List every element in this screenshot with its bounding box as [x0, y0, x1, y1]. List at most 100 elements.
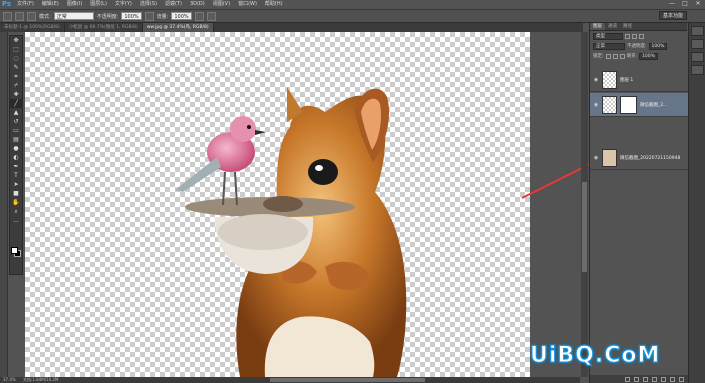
flow-input[interactable]: 100% [171, 12, 192, 20]
lasso-tool-icon[interactable]: ◌ [10, 54, 22, 63]
filter-pixel-icon[interactable] [625, 33, 630, 39]
tab-layers[interactable]: 图层 [590, 23, 605, 30]
hand-tool-icon[interactable]: ✋ [10, 198, 22, 207]
visibility-eye-icon[interactable]: ◉ [593, 102, 599, 108]
healing-tool-icon[interactable]: ✚ [10, 90, 22, 99]
layer-opacity-label: 不透明度: [627, 44, 647, 49]
lock-all-icon[interactable] [619, 53, 625, 59]
document-tabs: 未标题-1 @ 100%(RGB/8) 小松鼠 @ 66.7%(图层 1, RG… [0, 23, 583, 32]
tab-paths[interactable]: 路径 [620, 23, 635, 30]
menu-window[interactable]: 窗口(W) [234, 0, 261, 9]
mode-label: 模式: [39, 13, 51, 20]
layer-style-icon[interactable] [634, 376, 639, 382]
horizontal-scroll-thumb[interactable] [270, 378, 425, 382]
add-mask-icon[interactable] [643, 376, 648, 382]
layer-opacity-input[interactable]: 100% [648, 42, 668, 50]
menu-layer[interactable]: 图层(L) [86, 0, 111, 9]
mode-select[interactable]: 正常 [53, 12, 94, 20]
new-group-icon[interactable] [661, 376, 666, 382]
tab-document-2[interactable]: 小松鼠 @ 66.7%(图层 1, RGB/8) [65, 23, 143, 32]
watermark: UiBQ.CoM [529, 343, 661, 369]
shape-tool-icon[interactable]: ■ [10, 189, 22, 198]
tab-channels[interactable]: 通道 [605, 23, 620, 30]
layer-row-selected[interactable]: ◉ 微信截图_2... [590, 93, 688, 117]
fill-input[interactable]: 100% [639, 52, 658, 60]
menu-edit[interactable]: 编辑(E) [38, 0, 63, 9]
quick-select-tool-icon[interactable]: ✎ [10, 63, 22, 72]
zoom-tool-icon[interactable]: ⌕ [10, 207, 22, 216]
close-button[interactable]: ✕ [693, 0, 703, 8]
menu-view[interactable]: 视图(V) [209, 0, 234, 9]
menu-select[interactable]: 选择(S) [136, 0, 161, 9]
delete-layer-icon[interactable] [679, 376, 684, 382]
canvas-artwork [175, 87, 407, 378]
move-tool-icon[interactable]: ✥ [10, 36, 22, 45]
menu-image[interactable]: 图像(I) [63, 0, 86, 9]
maximize-button[interactable]: □ [680, 0, 690, 8]
airbrush-icon[interactable] [194, 11, 204, 21]
layer-thumbnail [602, 148, 617, 167]
blend-mode-select[interactable]: 正常 [593, 42, 625, 50]
history-panel-icon[interactable] [691, 26, 704, 36]
eyedropper-tool-icon[interactable]: ⌿ [10, 81, 22, 90]
tab-document-active[interactable]: ww.jpg @ 37.4%(鸟, RGB/8) [142, 23, 214, 32]
new-layer-icon[interactable] [670, 376, 675, 382]
menu-file[interactable]: 文件(F) [13, 0, 38, 9]
layer-mask-thumbnail[interactable] [620, 95, 637, 114]
status-zoom[interactable]: 37.4% [3, 377, 16, 382]
gradient-tool-icon[interactable]: ▤ [10, 135, 22, 144]
layer-row[interactable]: ◉ 图层 1 [590, 68, 688, 92]
path-select-tool-icon[interactable]: ➤ [10, 180, 22, 189]
pen-tool-icon[interactable]: ✒ [10, 162, 22, 171]
opacity-input[interactable]: 100% [121, 12, 142, 20]
more-tools-icon[interactable]: … [10, 216, 22, 225]
layers-panel: 图层 通道 路径 类型 正常 不透明度: 100% 锁定: 填充: 100% ◉… [589, 23, 688, 383]
pressure-size-icon[interactable] [206, 11, 216, 21]
brush-panel-icon[interactable] [27, 11, 36, 21]
menu-3d[interactable]: 3D(D) [186, 0, 209, 9]
document-canvas[interactable] [25, 32, 530, 378]
lock-row: 锁定: 填充: 100% [590, 51, 687, 61]
vertical-scroll-thumb[interactable] [582, 182, 587, 272]
visibility-eye-icon[interactable]: ◉ [593, 77, 599, 83]
layer-thumbnail [602, 95, 617, 114]
link-layers-icon[interactable] [625, 376, 630, 382]
tab-document-1[interactable]: 未标题-1 @ 100%(RGB/8) [0, 23, 65, 32]
lock-pixels-icon[interactable] [605, 53, 611, 59]
stamp-tool-icon[interactable]: ▲ [10, 108, 22, 117]
type-tool-icon[interactable]: T [10, 171, 22, 180]
dodge-tool-icon[interactable]: ◐ [10, 153, 22, 162]
menu-type[interactable]: 文字(Y) [111, 0, 136, 9]
filter-type-icon[interactable] [639, 33, 644, 39]
blend-row: 正常 不透明度: 100% [590, 41, 687, 51]
photoshop-logo: Ps [1, 0, 12, 8]
history-brush-tool-icon[interactable]: ↺ [10, 117, 22, 126]
layer-row[interactable]: ◉ 微信截图_20220721150948 [590, 146, 688, 170]
filter-adjust-icon[interactable] [632, 33, 637, 39]
menu-help[interactable]: 帮助(H) [261, 0, 287, 9]
bird-image [175, 116, 266, 206]
brush-size-icon[interactable] [15, 11, 24, 21]
lock-label: 锁定: [593, 54, 604, 59]
foreground-color-swatch[interactable] [11, 247, 18, 254]
adjustment-layer-icon[interactable] [652, 376, 657, 382]
vertical-scrollbar[interactable] [581, 32, 588, 377]
eraser-tool-icon[interactable]: ▭ [10, 126, 22, 135]
properties-panel-icon[interactable] [691, 39, 704, 49]
minimize-button[interactable]: — [667, 0, 677, 8]
workspace-select[interactable]: 基本功能 [658, 11, 687, 20]
lock-position-icon[interactable] [612, 53, 618, 59]
menu-bar: Ps 文件(F) 编辑(E) 图像(I) 图层(L) 文字(Y) 选择(S) 滤… [0, 0, 705, 9]
marquee-tool-icon[interactable]: ⬚ [10, 45, 22, 54]
character-panel-icon[interactable] [691, 52, 704, 62]
crop-tool-icon[interactable]: ⌗ [10, 72, 22, 81]
visibility-eye-icon[interactable]: ◉ [593, 155, 599, 161]
brush-tool-icon[interactable]: ╱ [10, 99, 22, 108]
canvas-area[interactable] [25, 32, 608, 378]
menu-filter[interactable]: 滤镜(T) [161, 0, 186, 9]
paragraph-panel-icon[interactable] [691, 65, 704, 75]
blur-tool-icon[interactable]: ● [10, 144, 22, 153]
layer-filter-select[interactable]: 类型 [593, 32, 623, 40]
brush-tool-preset-icon[interactable] [3, 11, 12, 21]
pressure-opacity-icon[interactable] [144, 11, 154, 21]
